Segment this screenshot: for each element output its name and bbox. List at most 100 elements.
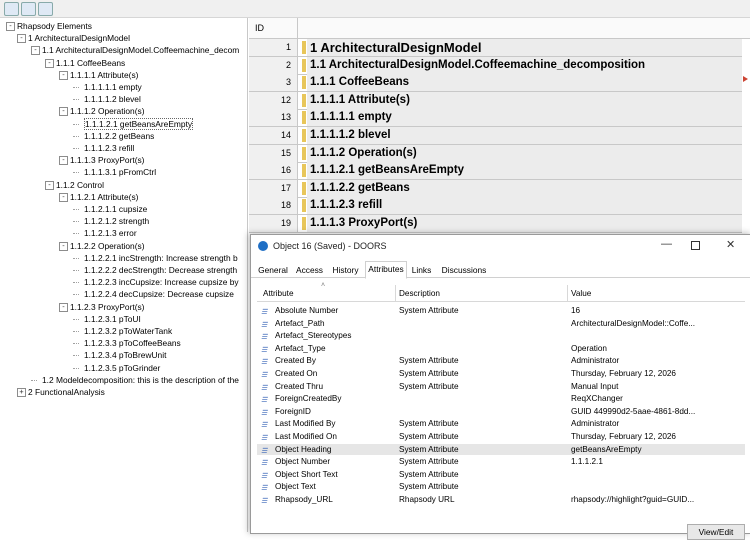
- description-column-header[interactable]: Description: [399, 289, 440, 298]
- object-heading[interactable]: 1 ArchitecturalDesignModel: [307, 39, 742, 56]
- id-column-header[interactable]: ID: [255, 23, 264, 33]
- tree-node[interactable]: 1.1.1.2.2 getBeans: [84, 130, 154, 142]
- collapse-icon[interactable]: -: [31, 46, 40, 56]
- tree-node[interactable]: 1.1.1.2.1 getBeansAreEmpty: [84, 117, 194, 130]
- tab-access[interactable]: Access: [293, 263, 326, 277]
- tree-node[interactable]: 1.1.1.2.3 refill: [84, 142, 134, 154]
- tab-links[interactable]: Links: [408, 263, 435, 277]
- view-edit-button[interactable]: View/Edit: [687, 524, 745, 540]
- attribute-row[interactable]: ☰ Absolute Number System Attribute 16: [257, 305, 745, 316]
- collapse-icon[interactable]: -: [59, 192, 68, 202]
- close-icon[interactable]: ✕: [726, 238, 735, 251]
- attribute-row[interactable]: ☰ Last Modified On System Attribute Thursda…: [257, 431, 745, 442]
- folder-icon[interactable]: [21, 2, 36, 16]
- attribute-row[interactable]: ☰ Created Thru System Attribute Manual Inpu…: [257, 381, 745, 392]
- tree-node[interactable]: 1.1.2.2.1 incStrength: Increase strength…: [84, 252, 238, 264]
- grid-row[interactable]: 3 1.1.1 CoffeeBeans: [249, 74, 742, 93]
- tree-node[interactable]: 1.1.1.1 Attribute(s): [70, 69, 138, 81]
- tab-general[interactable]: General: [256, 263, 290, 277]
- tree-node[interactable]: 1.1.2.3.2 pToWaterTank: [84, 325, 172, 337]
- tree-node[interactable]: 1.1.2.1 Attribute(s): [70, 191, 138, 203]
- attribute-row[interactable]: ☰ Artefact_Path ArchitecturalDesignModel::…: [257, 318, 745, 329]
- tree-node[interactable]: 1.1.2.3.5 pToGrinder: [84, 362, 160, 374]
- object-heading[interactable]: 1.1.1.1.2 blevel: [307, 127, 742, 144]
- grid-row[interactable]: 17 1.1.1.2.2 getBeans: [249, 179, 742, 198]
- tree-node[interactable]: 1.1.2.2.3 incCupsize: Increase cupsize b…: [84, 276, 239, 288]
- tree-node[interactable]: 1.1.2.3.1 pToUI: [84, 313, 141, 325]
- attribute-row[interactable]: ☰ Last Modified By System Attribute Adminis…: [257, 418, 745, 429]
- collapse-icon[interactable]: -: [59, 302, 68, 312]
- tab-history[interactable]: History: [330, 263, 361, 277]
- tree-node[interactable]: 1.1.1.1.1 empty: [84, 81, 142, 93]
- attribute-row[interactable]: ☰ Object Heading System Attribute getBeansA…: [257, 443, 745, 455]
- grid-row[interactable]: 16 1.1.1.2.1 getBeansAreEmpty: [249, 162, 742, 181]
- tree-node[interactable]: Rhapsody Elements: [17, 20, 92, 32]
- tree-node[interactable]: 1.1.1.3 ProxyPort(s): [70, 154, 144, 166]
- attribute-row[interactable]: ☰ Rhapsody_URL Rhapsody URL rhapsody://high…: [257, 494, 745, 505]
- grid-row[interactable]: 15 1.1.1.2 Operation(s): [249, 144, 742, 163]
- tree-node[interactable]: 1.1.2.2.4 decCupsize: Decrease cupsize: [84, 288, 234, 300]
- object-heading[interactable]: 1.1.1.2.3 refill: [307, 197, 742, 215]
- attribute-row[interactable]: ☰ ForeignCreatedBy ReqXChanger: [257, 393, 745, 404]
- rhapsody-tree[interactable]: - Rhapsody Elements -1 ArchitecturalDesign…: [0, 18, 248, 532]
- tree-node[interactable]: 1.1 ArchitecturalDesignModel.Coffeemachi…: [42, 44, 239, 56]
- tab-discussions[interactable]: Discussions: [439, 263, 489, 277]
- tree-node[interactable]: 1.1.2 Control: [56, 179, 104, 191]
- attribute-column-header[interactable]: Attribute: [263, 289, 294, 298]
- grid-row[interactable]: 19 1.1.1.3 ProxyPort(s): [249, 215, 742, 233]
- expand-icon[interactable]: +: [17, 388, 26, 397]
- attribute-row[interactable]: ☰ Created By System Attribute Administrator: [257, 355, 745, 366]
- tree-node[interactable]: 1.1.2.1.3 error: [84, 227, 137, 239]
- object-heading[interactable]: 1.1.1.2 Operation(s): [307, 144, 742, 162]
- tree-node[interactable]: 1.1.2.3.3 pToCoffeeBeans: [84, 337, 181, 349]
- tree-node[interactable]: 2 FunctionalAnalysis: [28, 386, 105, 398]
- tree-node[interactable]: 1.2 Modeldecomposition: this is the desc…: [42, 374, 239, 386]
- minimize-icon[interactable]: —: [661, 238, 672, 250]
- object-heading[interactable]: 1.1.1.3 ProxyPort(s): [307, 215, 742, 232]
- tree-node[interactable]: 1.1.2.3 ProxyPort(s): [70, 301, 144, 313]
- scroll-arrow-icon[interactable]: [743, 76, 748, 82]
- collapse-icon[interactable]: -: [59, 107, 68, 117]
- attribute-row[interactable]: ☰ Object Number System Attribute 1.1.1.2.1: [257, 456, 745, 467]
- collapse-icon[interactable]: -: [45, 58, 54, 68]
- grid-row[interactable]: 12 1.1.1.1 Attribute(s): [249, 91, 742, 110]
- save-icon[interactable]: [4, 2, 19, 16]
- collapse-icon[interactable]: -: [59, 156, 68, 166]
- grid-row[interactable]: 1 1 ArchitecturalDesignModel: [249, 39, 742, 57]
- value-column-header[interactable]: Value: [571, 289, 591, 298]
- collapse-icon[interactable]: -: [17, 34, 26, 44]
- grid-row[interactable]: 14 1.1.1.1.2 blevel: [249, 127, 742, 145]
- grid-row[interactable]: 13 1.1.1.1.1 empty: [249, 109, 742, 128]
- attribute-row[interactable]: ☰ Artefact_Stereotypes: [257, 330, 745, 341]
- tree-node[interactable]: 1.1.1.1.2 blevel: [84, 93, 141, 105]
- tree-node[interactable]: 1.1.2.3.4 pToBrewUnit: [84, 349, 166, 361]
- tree-node[interactable]: 1.1.1.3.1 pFromCtrl: [84, 166, 156, 178]
- attribute-row[interactable]: ☰ Artefact_Type Operation: [257, 343, 745, 354]
- tree-node[interactable]: 1.1.1 CoffeeBeans: [56, 57, 125, 69]
- attribute-row[interactable]: ☰ ForeignID GUID 449990d2-5aae-4861-8dd...: [257, 406, 745, 417]
- object-heading[interactable]: 1.1 ArchitecturalDesignModel.Coffeemachi…: [307, 56, 742, 74]
- collapse-icon[interactable]: -: [59, 70, 68, 80]
- object-heading[interactable]: 1.1.1.1 Attribute(s): [307, 91, 742, 109]
- attribute-row[interactable]: ☰ Created On System Attribute Thursday, Feb…: [257, 368, 745, 379]
- tree-node[interactable]: 1.1.1.2 Operation(s): [70, 105, 144, 117]
- maximize-icon[interactable]: [691, 241, 700, 250]
- tree-node[interactable]: 1 ArchitecturalDesignModel: [28, 32, 130, 44]
- object-heading[interactable]: 1.1.1.1.1 empty: [307, 109, 742, 127]
- tree-node[interactable]: 1.1.2.2 Operation(s): [70, 240, 144, 252]
- grid-row[interactable]: 18 1.1.1.2.3 refill: [249, 197, 742, 216]
- collapse-icon[interactable]: -: [6, 22, 15, 31]
- edit-icon[interactable]: [38, 2, 53, 16]
- attribute-row[interactable]: ☰ Object Short Text System Attribute: [257, 469, 745, 480]
- object-heading[interactable]: 1.1.1.2.1 getBeansAreEmpty: [307, 162, 742, 180]
- attribute-row[interactable]: ☰ Object Text System Attribute: [257, 481, 745, 492]
- collapse-icon[interactable]: -: [59, 241, 68, 251]
- tab-attributes[interactable]: Attributes: [365, 261, 407, 279]
- tree-node[interactable]: 1.1.2.1.2 strength: [84, 215, 149, 227]
- tree-node[interactable]: 1.1.2.1.1 cupsize: [84, 203, 147, 215]
- collapse-icon[interactable]: -: [45, 180, 54, 190]
- object-heading[interactable]: 1.1.1.2.2 getBeans: [307, 179, 742, 197]
- object-heading[interactable]: 1.1.1 CoffeeBeans: [307, 74, 742, 92]
- grid-row[interactable]: 2 1.1 ArchitecturalDesignModel.Coffeemach…: [249, 56, 742, 75]
- tree-node[interactable]: 1.1.2.2.2 decStrength: Decrease strength: [84, 264, 237, 276]
